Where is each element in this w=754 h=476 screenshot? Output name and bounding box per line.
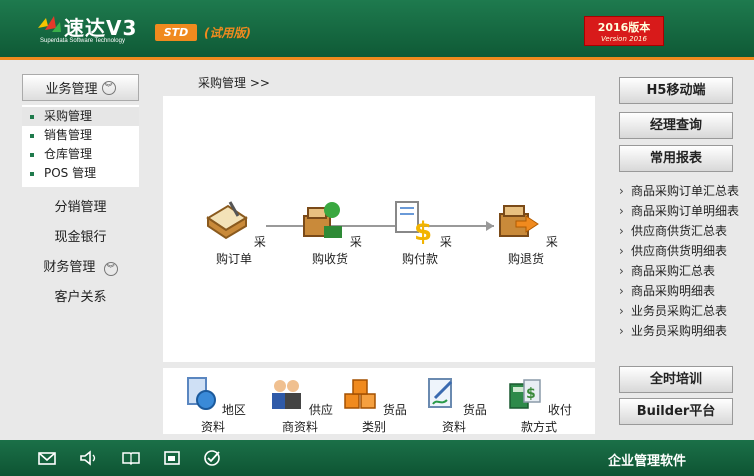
goods-document-icon [428, 378, 453, 408]
report-link[interactable]: 商品采购汇总表 [619, 261, 749, 281]
report-link[interactable]: 商品采购订单汇总表 [619, 181, 749, 201]
mail-icon[interactable] [38, 449, 56, 467]
nav-business-label: 业务管理 [45, 82, 98, 97]
payment-icon: $ [395, 201, 432, 247]
logo-text: 速达V3 [64, 16, 138, 40]
region-globe-icon [187, 377, 217, 410]
nav-customer-relations[interactable]: 客户关系 [22, 283, 139, 313]
version-badge: 2016版本 Version 2016 [584, 16, 664, 46]
tool-payment-method[interactable]: $ 收付款方式 [503, 376, 575, 435]
business-submenu: 采购管理 销售管理 仓库管理 POS 管理 [22, 105, 139, 187]
svg-text:$: $ [526, 386, 536, 402]
tool-supplier-data[interactable]: 供应商资料 [264, 376, 336, 435]
builder-platform-button[interactable]: Builder平台 [619, 398, 733, 425]
book-icon[interactable] [122, 449, 140, 467]
manager-query-button[interactable]: 经理查询 [619, 112, 733, 139]
nav-cash-bank[interactable]: 现金银行 [22, 223, 139, 253]
logo-subtitle: Superdata Software Technology [40, 38, 125, 44]
submenu-item-pos[interactable]: POS 管理 [22, 164, 139, 183]
tool-goods-category[interactable]: 货品类别 [338, 376, 410, 435]
nav-distribution[interactable]: 分销管理 [22, 193, 139, 223]
reports-list: 商品采购订单汇总表 商品采购订单明细表 供应商供货汇总表 供应商供货明细表 商品… [619, 181, 749, 341]
chevron-down-icon: ︾ [103, 262, 118, 276]
version-subtitle: Version 2016 [601, 35, 647, 43]
nav-finance[interactable]: 财务管理 ︾ [22, 253, 139, 283]
speaker-icon[interactable] [79, 449, 97, 467]
flow-step-purchase-payment[interactable]: $ 采购付款 [385, 196, 455, 267]
supplier-people-icon [272, 380, 302, 409]
logo-mark-icon [38, 16, 61, 32]
check-circle-icon[interactable] [203, 449, 221, 467]
goods-receive-icon [303, 202, 343, 238]
purchase-order-icon [206, 201, 248, 240]
common-reports-button[interactable]: 常用报表 [619, 145, 733, 172]
h5-mobile-button[interactable]: H5移动端 [619, 77, 733, 104]
brand-label: 企业管理软件 [608, 454, 687, 469]
nav-business-management[interactable]: 业务管理 ︾ [22, 74, 139, 101]
status-bar: 企业管理软件 [0, 440, 754, 476]
purchase-return-icon [499, 205, 539, 237]
logo: 速达V3 Superdata Software Technology [36, 12, 156, 48]
report-link[interactable]: 业务员采购明细表 [619, 321, 749, 341]
nav-finance-label: 财务管理 [43, 260, 96, 275]
flow-step-purchase-receive[interactable]: 采购收货 [295, 196, 365, 267]
flow-step-purchase-order[interactable]: 采购订单 [199, 196, 269, 267]
boxes-icon [344, 379, 376, 409]
windows-icon[interactable] [163, 449, 181, 467]
trial-label: (试用版) [204, 26, 251, 40]
submenu-item-warehouse[interactable]: 仓库管理 [22, 145, 139, 164]
report-link[interactable]: 商品采购明细表 [619, 281, 749, 301]
calculator-icon: $ [509, 379, 541, 409]
svg-text:$: $ [414, 217, 432, 244]
report-link[interactable]: 商品采购订单明细表 [619, 201, 749, 221]
breadcrumb: 采购管理 >> [198, 76, 270, 90]
submenu-item-sales[interactable]: 销售管理 [22, 126, 139, 145]
app-header: 速达V3 Superdata Software Technology STD (… [0, 0, 754, 60]
training-button[interactable]: 全时培训 [619, 366, 733, 393]
flow-step-purchase-return[interactable]: 采购退货 [491, 196, 561, 267]
tool-goods-data[interactable]: 货品资料 [418, 376, 490, 435]
version-title: 2016版本 [597, 21, 651, 34]
edition-badge: STD [155, 24, 197, 41]
report-link[interactable]: 业务员采购汇总表 [619, 301, 749, 321]
chevron-down-icon: ︾ [101, 80, 116, 95]
report-link[interactable]: 供应商供货汇总表 [619, 221, 749, 241]
report-link[interactable]: 供应商供货明细表 [619, 241, 749, 261]
submenu-item-purchase[interactable]: 采购管理 [22, 107, 139, 126]
tool-region-data[interactable]: 地区资料 [177, 376, 249, 435]
left-nav: 业务管理 ︾ 采购管理 销售管理 仓库管理 POS 管理 分销管理 现金银行 财… [22, 74, 139, 313]
